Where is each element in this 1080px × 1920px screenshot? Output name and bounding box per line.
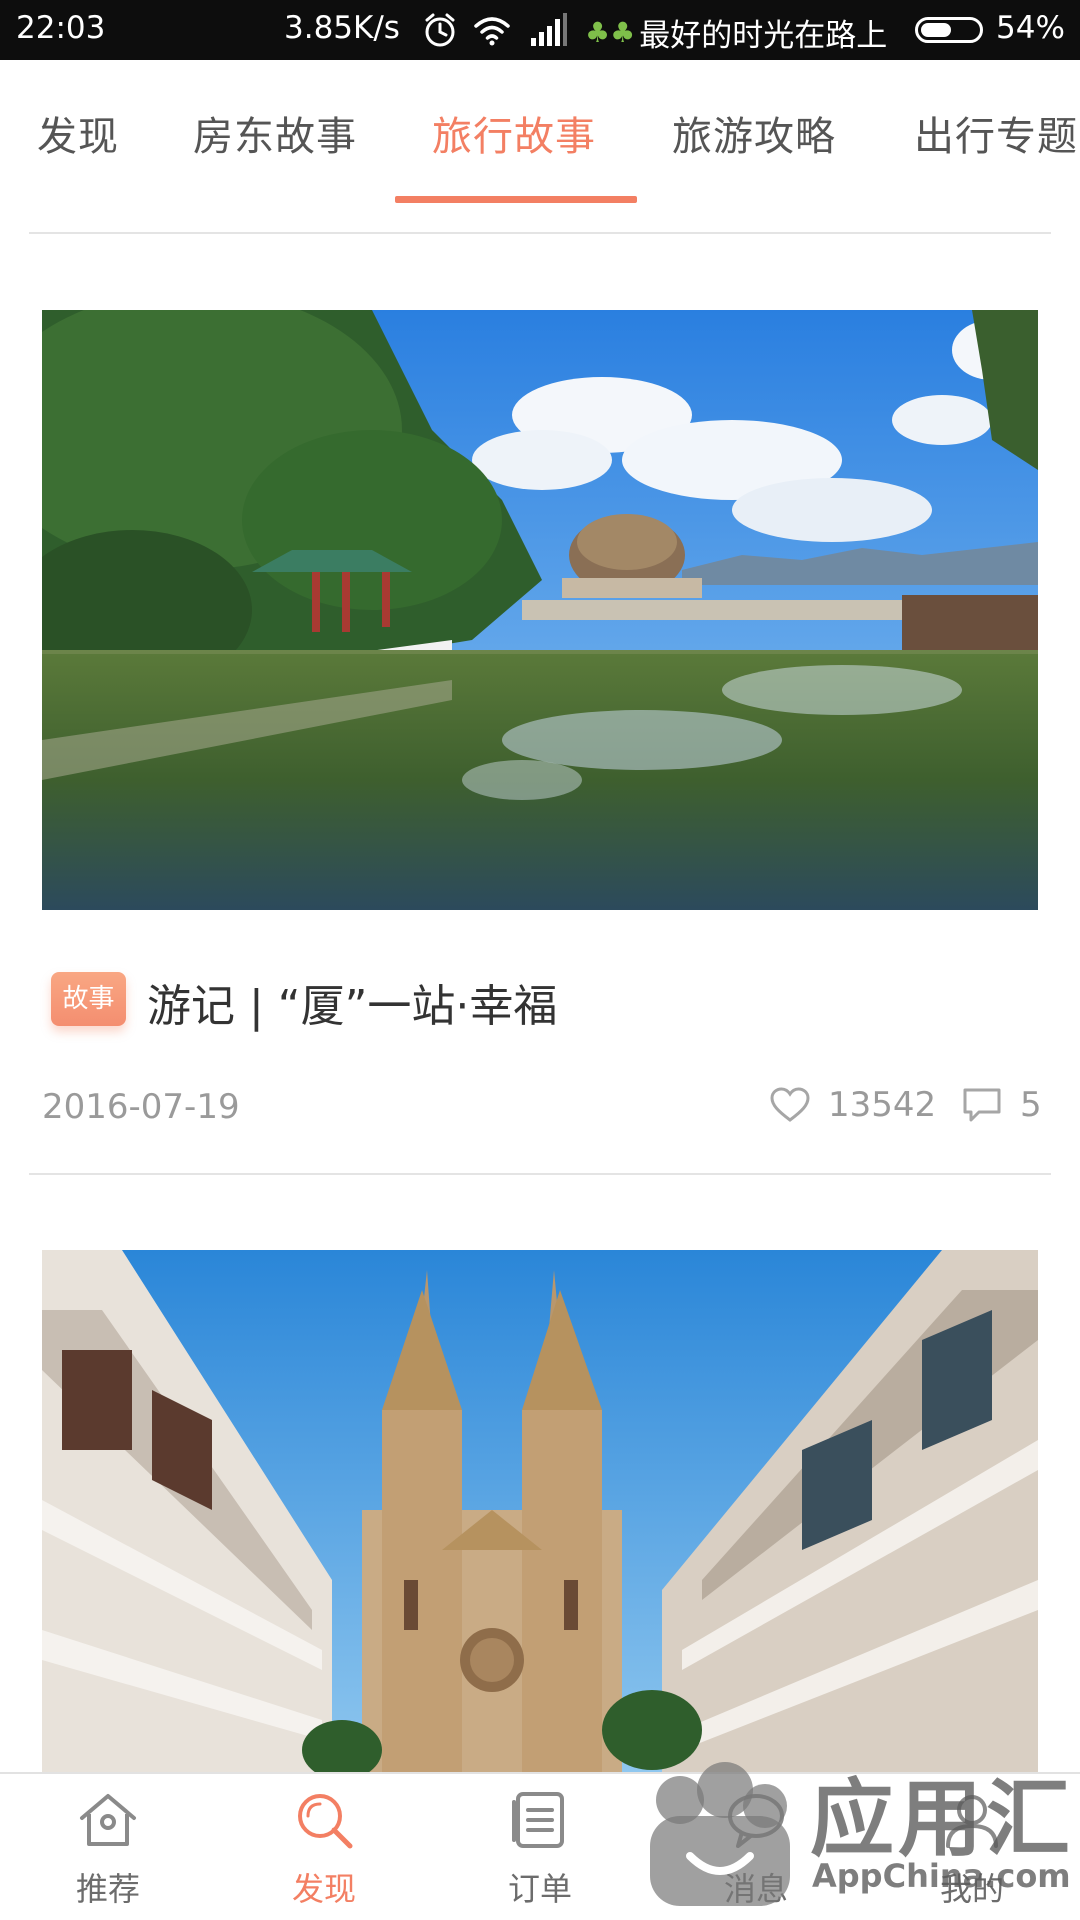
like-count: 13542: [828, 1085, 937, 1125]
battery-icon: [915, 17, 983, 43]
tab-divider: [29, 232, 1051, 234]
comment-stat[interactable]: 5: [962, 1085, 1042, 1125]
tab-trip-topics[interactable]: 出行专题: [914, 104, 1078, 162]
story-cover-image[interactable]: [42, 310, 1038, 910]
status-bar: 22:03 3.85K/s ♣♣ 最好的时光在路上 54%: [0, 0, 1080, 60]
comment-count: 5: [1020, 1085, 1042, 1125]
cathedral-street-photo: [42, 1250, 1038, 1772]
story-date: 2016-07-19: [42, 1087, 240, 1127]
heart-icon: [770, 1087, 810, 1122]
nav-orders[interactable]: 订单: [432, 1774, 648, 1920]
wifi-icon: [474, 17, 510, 46]
story-title[interactable]: 游记 | “厦”一站·幸福: [147, 970, 557, 1034]
app-screen: 22:03 3.85K/s ♣♣ 最好的时光在路上 54% 发现 房东故事 旅行…: [0, 0, 1080, 1920]
search-icon: [298, 1794, 353, 1849]
nav-messages[interactable]: 消息: [648, 1774, 864, 1920]
card-divider: [29, 1173, 1051, 1175]
nav-recommend-label: 推荐: [75, 1870, 140, 1908]
message-icon: [728, 1794, 784, 1848]
palm-tree-icon: ♣♣: [585, 16, 636, 49]
battery-percent: 54%: [996, 10, 1065, 46]
signal-icon: [531, 13, 567, 46]
carrier-name: ♣♣ 最好的时光在路上: [585, 10, 887, 55]
nav-orders-label: 订单: [507, 1870, 572, 1908]
bottom-nav: 推荐 发现 订单 消息 我的: [0, 1772, 1080, 1920]
tab-travel-stories[interactable]: 旅行故事: [432, 104, 596, 162]
story-cover-image-second[interactable]: [42, 1250, 1038, 1772]
nav-discover-label: 发现: [291, 1870, 356, 1908]
like-stat[interactable]: 13542: [770, 1085, 936, 1125]
comment-icon: [963, 1088, 1001, 1122]
nav-profile[interactable]: 我的: [864, 1774, 1080, 1920]
order-list-icon: [512, 1792, 564, 1848]
carrier-text: 最好的时光在路上: [639, 18, 888, 54]
network-speed: 3.85K/s: [284, 10, 400, 46]
profile-icon: [946, 1795, 998, 1848]
active-tab-indicator: [395, 196, 637, 203]
nav-profile-label: 我的: [939, 1870, 1004, 1908]
category-tab-bar: 发现 房东故事 旅行故事 旅游攻略 出行专题: [0, 60, 1080, 234]
alarm-icon: [425, 13, 455, 47]
battery-level: [921, 23, 951, 37]
tab-host-stories[interactable]: 房东故事: [193, 104, 357, 162]
lake-pavilion-photo: [42, 310, 1038, 910]
status-time: 22:03: [16, 10, 106, 46]
home-icon: [80, 1794, 136, 1846]
nav-messages-label: 消息: [723, 1870, 788, 1908]
nav-recommend[interactable]: 推荐: [0, 1774, 216, 1920]
story-badge: 故事: [51, 972, 126, 1026]
nav-discover[interactable]: 发现: [216, 1774, 432, 1920]
tab-discover[interactable]: 发现: [37, 104, 119, 162]
tab-travel-guides[interactable]: 旅游攻略: [672, 104, 836, 162]
